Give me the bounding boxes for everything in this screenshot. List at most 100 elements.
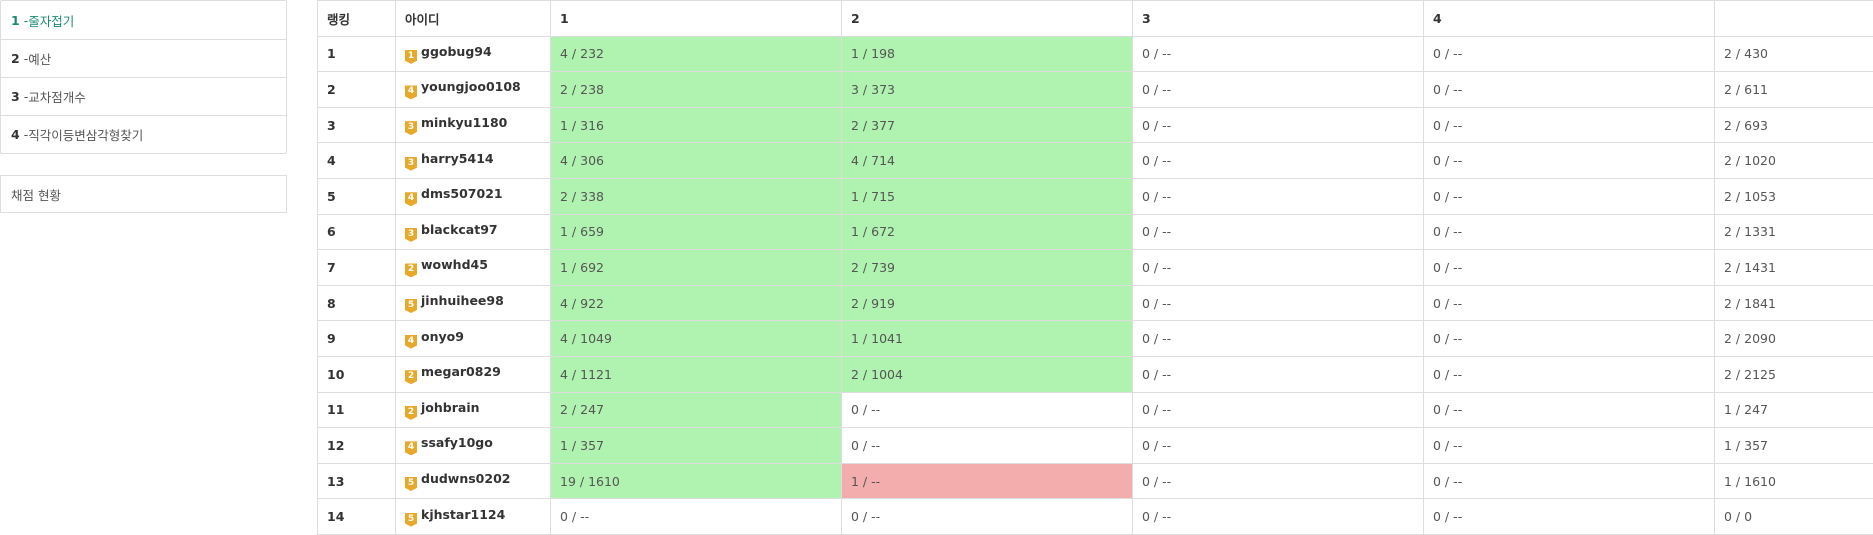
status-link-label: 채점 현황 xyxy=(11,185,61,204)
rank-cell: 9 xyxy=(318,321,396,357)
problem-3-result: 0 / -- xyxy=(1133,36,1424,72)
sidebar-item-problem-4[interactable]: 4- 직각이등변삼각형찾기 xyxy=(1,115,286,153)
problem-4-result: 0 / -- xyxy=(1424,36,1715,72)
rank-cell: 7 xyxy=(318,250,396,286)
problem-2-result: 0 / -- xyxy=(842,392,1133,428)
table-row: 102megar08294 / 11212 / 10040 / --0 / --… xyxy=(318,356,1873,392)
user-cell: 3minkyu1180 xyxy=(396,107,551,143)
tier-badge-icon: 4 xyxy=(405,85,417,99)
table-row: 24youngjoo01082 / 2383 / 3730 / --0 / --… xyxy=(318,72,1873,108)
problem-2-result: 2 / 1004 xyxy=(842,356,1133,392)
problem-menu: 1- 줄자접기2- 예산3- 교차점개수4- 직각이등변삼각형찾기 xyxy=(0,0,287,154)
username-link[interactable]: minkyu1180 xyxy=(421,115,507,130)
problem-4-result: 0 / -- xyxy=(1424,356,1715,392)
header-problem-1[interactable]: 1 xyxy=(551,1,842,37)
problem-1-result: 2 / 238 xyxy=(551,72,842,108)
problem-4-result: 0 / -- xyxy=(1424,285,1715,321)
problem-4-result: 0 / -- xyxy=(1424,107,1715,143)
rank-cell: 10 xyxy=(318,356,396,392)
user-cell: 4dms507021 xyxy=(396,178,551,214)
user-cell: 2 megar0829 xyxy=(396,356,551,392)
scoreboard-body: 11ggobug944 / 2321 / 1980 / --0 / --2 / … xyxy=(318,36,1873,534)
tier-badge-icon: 3 xyxy=(405,157,417,171)
header-problem-3[interactable]: 3 xyxy=(1133,1,1424,37)
total-cell: 2 / 1020 xyxy=(1715,143,1873,179)
problem-1-result: 4 / 1121 xyxy=(551,356,842,392)
problem-1-result: 4 / 232 xyxy=(551,36,842,72)
rank-cell: 14 xyxy=(318,499,396,535)
problem-1-result: 4 / 306 xyxy=(551,143,842,179)
sidebar-item-label: 예산 xyxy=(28,49,51,68)
sidebar: 1- 줄자접기2- 예산3- 교차점개수4- 직각이등변삼각형찾기 채점 현황 xyxy=(0,0,287,213)
total-cell: 1 / 247 xyxy=(1715,392,1873,428)
total-cell: 2 / 2090 xyxy=(1715,321,1873,357)
sidebar-item-number: 1 xyxy=(11,13,20,28)
username-link[interactable]: kjhstar1124 xyxy=(421,507,505,522)
problem-2-result: 4 / 714 xyxy=(842,143,1133,179)
username-link[interactable]: jinhuihee98 xyxy=(421,293,504,308)
user-cell: 5kjhstar1124 xyxy=(396,499,551,535)
table-row: 94onyo94 / 10491 / 10410 / --0 / --2 / 2… xyxy=(318,321,1873,357)
total-cell: 0 / 0 xyxy=(1715,499,1873,535)
user-cell: 4 ssafy10go xyxy=(396,428,551,464)
problem-3-result: 0 / -- xyxy=(1133,392,1424,428)
sidebar-item-problem-3[interactable]: 3- 교차점개수 xyxy=(1,77,286,115)
problem-4-result: 0 / -- xyxy=(1424,143,1715,179)
table-row: 145kjhstar11240 / --0 / --0 / --0 / --0 … xyxy=(318,499,1873,535)
rank-cell: 3 xyxy=(318,107,396,143)
problem-1-result: 2 / 338 xyxy=(551,178,842,214)
username-link[interactable]: johbrain xyxy=(421,400,480,415)
user-cell: 5dudwns0202 xyxy=(396,463,551,499)
sidebar-item-problem-1[interactable]: 1- 줄자접기 xyxy=(1,1,286,39)
rank-cell: 5 xyxy=(318,178,396,214)
header-id: 아이디 xyxy=(396,1,551,37)
table-row: 112johbrain2 / 2470 / --0 / --0 / --1 / … xyxy=(318,392,1873,428)
problem-2-result: 1 / 715 xyxy=(842,178,1133,214)
problem-2-result: 2 / 739 xyxy=(842,250,1133,286)
table-row: 85jinhuihee984 / 9222 / 9190 / --0 / --2… xyxy=(318,285,1873,321)
tier-badge-icon: 2 xyxy=(405,370,417,384)
problem-1-result: 4 / 1049 xyxy=(551,321,842,357)
problem-4-result: 0 / -- xyxy=(1424,72,1715,108)
sidebar-item-number: 3 xyxy=(11,89,20,104)
rank-cell: 2 xyxy=(318,72,396,108)
tier-badge-icon: 4 xyxy=(405,441,417,455)
sidebar-item-label: 직각이등변삼각형찾기 xyxy=(28,125,143,144)
username-link[interactable]: dudwns0202 xyxy=(421,471,510,486)
username-link[interactable]: youngjoo0108 xyxy=(421,79,521,94)
rank-cell: 13 xyxy=(318,463,396,499)
problem-4-result: 0 / -- xyxy=(1424,321,1715,357)
problem-3-result: 0 / -- xyxy=(1133,214,1424,250)
scoreboard-table: 랭킹 아이디 1 2 3 4 11ggobug944 / 2321 / 1980… xyxy=(317,0,1873,535)
rank-cell: 1 xyxy=(318,36,396,72)
tier-badge-icon: 5 xyxy=(405,299,417,313)
user-cell: 3blackcat97 xyxy=(396,214,551,250)
table-row: 11ggobug944 / 2321 / 1980 / --0 / --2 / … xyxy=(318,36,1873,72)
username-link[interactable]: ggobug94 xyxy=(421,44,492,59)
header-problem-2[interactable]: 2 xyxy=(842,1,1133,37)
total-cell: 2 / 611 xyxy=(1715,72,1873,108)
problem-3-result: 0 / -- xyxy=(1133,107,1424,143)
username-link[interactable]: blackcat97 xyxy=(421,222,498,237)
username-link[interactable]: ssafy10go xyxy=(421,435,493,450)
user-cell: 1ggobug94 xyxy=(396,36,551,72)
problem-4-result: 0 / -- xyxy=(1424,178,1715,214)
status-link[interactable]: 채점 현황 xyxy=(0,175,287,213)
username-link[interactable]: dms507021 xyxy=(421,186,503,201)
sidebar-item-problem-2[interactable]: 2- 예산 xyxy=(1,39,286,77)
total-cell: 1 / 357 xyxy=(1715,428,1873,464)
problem-2-result: 0 / -- xyxy=(842,428,1133,464)
problem-1-result: 0 / -- xyxy=(551,499,842,535)
user-cell: 3 harry5414 xyxy=(396,143,551,179)
rank-cell: 12 xyxy=(318,428,396,464)
problem-3-result: 0 / -- xyxy=(1133,428,1424,464)
username-link[interactable]: wowhd45 xyxy=(421,257,488,272)
problem-2-result: 0 / -- xyxy=(842,499,1133,535)
username-link[interactable]: onyo9 xyxy=(421,329,464,344)
problem-1-result: 1 / 659 xyxy=(551,214,842,250)
username-link[interactable]: harry5414 xyxy=(421,151,494,166)
header-problem-4[interactable]: 4 xyxy=(1424,1,1715,37)
table-row: 43harry54144 / 3064 / 7140 / --0 / --2 /… xyxy=(318,143,1873,179)
problem-4-result: 0 / -- xyxy=(1424,214,1715,250)
username-link[interactable]: megar0829 xyxy=(421,364,501,379)
